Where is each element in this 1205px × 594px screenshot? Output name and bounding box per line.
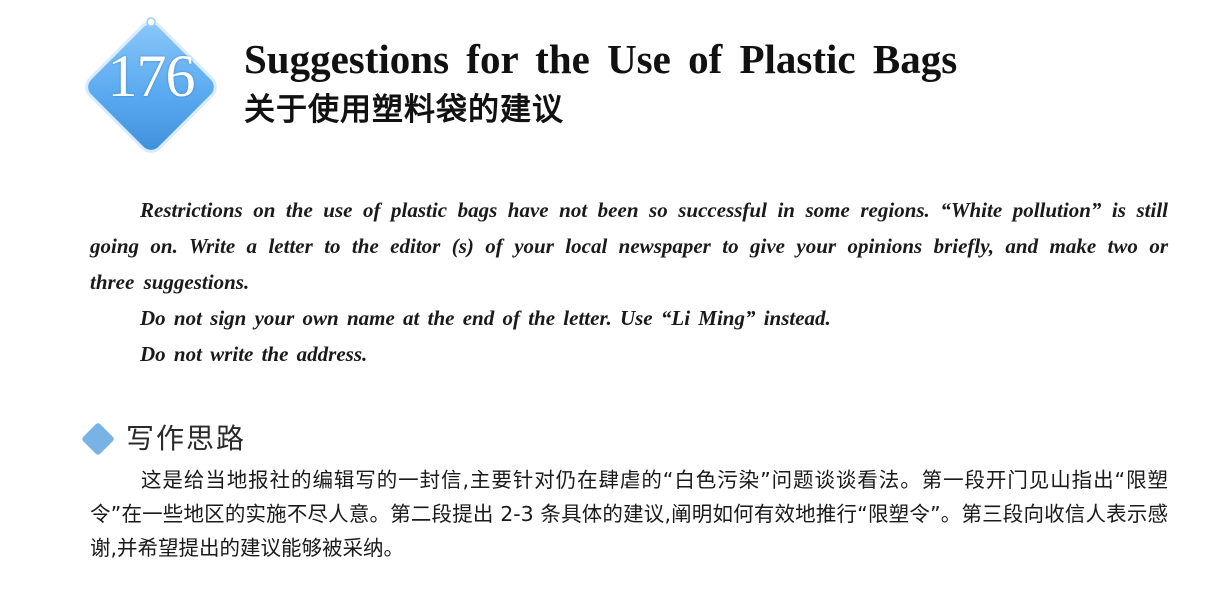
page-subtitle: 关于使用塑料袋的建议: [244, 92, 564, 128]
topic-number-badge: 176: [72, 8, 230, 166]
page-title: Suggestions for the Use of Plastic Bags: [244, 36, 958, 82]
section-body: 这是给当地报社的编辑写的一封信,主要针对仍在肆虐的“白色污染”问题谈谈看法。第一…: [90, 468, 1168, 560]
topic-number: 176: [107, 43, 196, 109]
section-title: 写作思路: [126, 422, 247, 455]
diamond-icon: [81, 422, 115, 456]
prompt-note-signature: Do not sign your own name at the end of …: [140, 306, 831, 330]
section-heading: 写作思路: [81, 419, 247, 459]
prompt-note-address: Do not write the address.: [140, 342, 368, 366]
prompt-paragraph: Restrictions on the use of plastic bags …: [90, 198, 1168, 294]
writing-prompt: Restrictions on the use of plastic bags …: [90, 192, 1168, 372]
